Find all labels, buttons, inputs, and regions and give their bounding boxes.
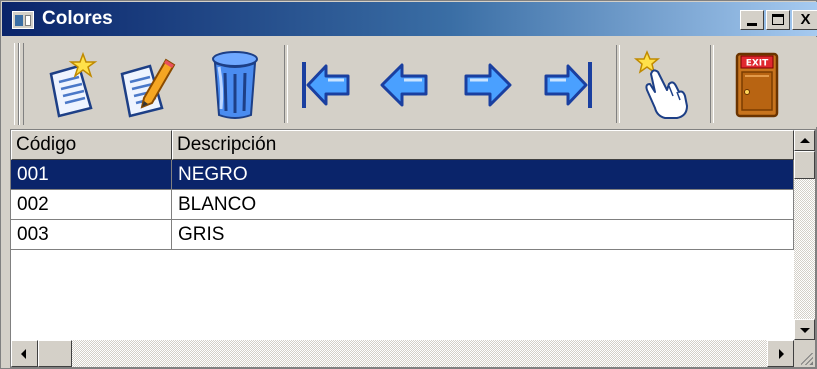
maximize-icon [772,14,784,25]
cell-descripcion[interactable]: NEGRO [172,160,794,190]
toolbar-separator [284,45,288,123]
hscroll-thumb[interactable] [38,340,72,367]
select-record-button[interactable] [628,49,694,121]
edit-record-button[interactable] [112,49,178,121]
toolbar-separator [710,45,714,123]
window-title: Colores [42,8,113,29]
arrow-up-icon [800,138,810,143]
title-bar[interactable]: Colores X [2,2,817,36]
delete-record-button[interactable] [202,49,268,121]
table-row[interactable]: 001 NEGRO [11,160,794,190]
previous-record-button[interactable] [372,49,438,121]
horizontal-scrollbar[interactable] [11,340,794,367]
cell-descripcion[interactable]: GRIS [172,220,794,250]
new-record-button[interactable] [36,49,102,121]
pointing-hand-star-icon [633,50,688,119]
toolbar-separator [616,45,620,123]
arrow-first-icon [302,62,350,108]
scroll-down-button[interactable] [794,319,815,340]
last-record-button[interactable] [536,49,602,121]
column-header-codigo[interactable]: Código [11,130,172,160]
column-header-descripcion[interactable]: Descripción [172,130,794,160]
colores-window: Colores X EXIT Código Descripción 001 NE… [0,0,817,369]
exit-door-icon: EXIT [735,52,779,118]
table-row[interactable]: 002 BLANCO [11,190,794,220]
arrow-last-icon [544,62,592,108]
cell-descripcion[interactable]: BLANCO [172,190,794,220]
arrow-left-small-icon [21,349,26,359]
cell-codigo[interactable]: 001 [11,160,172,190]
toolbar-grip-line [19,43,24,125]
grid-header: Código Descripción [11,130,794,160]
scroll-right-button[interactable] [767,340,794,367]
new-document-star-icon [49,52,98,118]
minimize-icon [747,23,757,26]
arrow-down-icon [800,328,810,333]
scroll-up-button[interactable] [794,130,815,151]
arrow-left-icon [380,63,428,107]
toolbar: EXIT [2,37,817,127]
edit-document-pencil-icon [120,58,176,118]
maximize-button[interactable] [766,10,790,30]
next-record-button[interactable] [454,49,520,121]
arrow-right-small-icon [779,349,784,359]
first-record-button[interactable] [292,49,358,121]
cell-codigo[interactable]: 003 [11,220,172,250]
resize-grip-icon[interactable] [794,340,815,367]
arrow-right-icon [464,63,512,107]
exit-label: EXIT [746,59,769,69]
scroll-left-button[interactable] [11,340,38,367]
table-row[interactable]: 003 GRIS [11,220,794,250]
close-button[interactable]: X [792,10,817,30]
trash-can-icon [212,51,258,119]
scroll-thumb[interactable] [794,151,815,179]
window-app-icon[interactable] [12,11,34,29]
vertical-scrollbar[interactable] [794,130,815,340]
cell-codigo[interactable]: 002 [11,190,172,220]
minimize-button[interactable] [740,10,764,30]
exit-button[interactable]: EXIT [724,49,790,121]
colores-grid[interactable]: Código Descripción 001 NEGRO 002 BLANCO … [10,129,816,368]
